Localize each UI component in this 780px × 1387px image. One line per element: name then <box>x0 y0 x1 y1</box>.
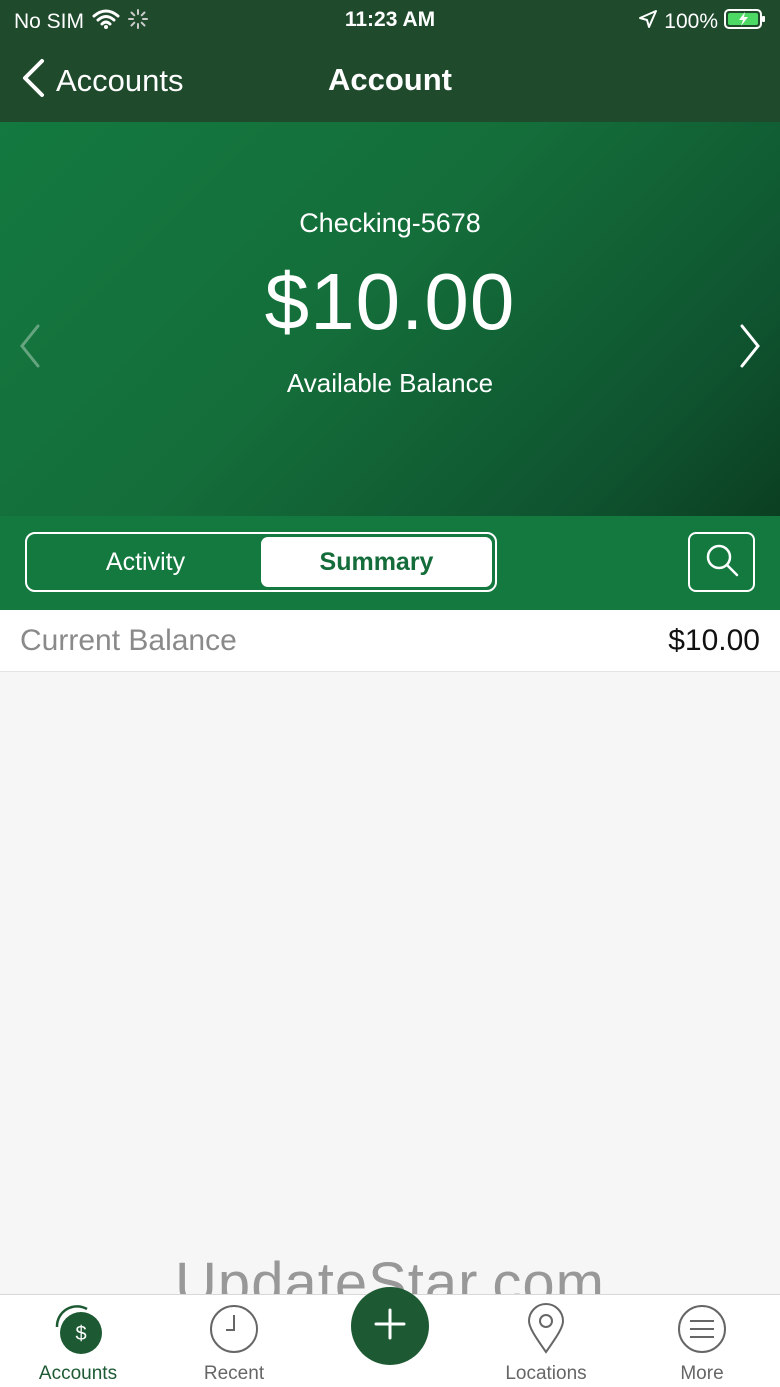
next-account-button[interactable] <box>736 322 764 375</box>
current-balance-label: Current Balance <box>20 624 237 657</box>
account-carousel[interactable]: Checking-5678 $10.00 Available Balance <box>0 122 780 516</box>
chevron-left-icon <box>20 58 46 103</box>
status-bar: No SIM 11:23 AM 100% <box>0 0 780 40</box>
navigation-bar: Accounts Account <box>0 40 780 122</box>
view-toggle-bar: Activity Summary <box>0 516 780 610</box>
bottom-tab-accounts[interactable]: $ Accounts <box>0 1295 156 1387</box>
map-pin-icon <box>526 1302 566 1360</box>
chevron-right-icon <box>736 324 764 374</box>
bottom-tab-recent[interactable]: Recent <box>156 1295 312 1387</box>
summary-row-current-balance: Current Balance $10.00 <box>0 610 780 672</box>
account-name: Checking-5678 <box>299 208 481 238</box>
status-right: 100% <box>638 8 766 36</box>
search-icon <box>704 542 740 583</box>
bottom-tab-label: Recent <box>203 1363 265 1384</box>
accounts-dollar-icon: $ <box>49 1303 107 1360</box>
bottom-tab-label: More <box>680 1363 724 1384</box>
bottom-tab-label: Locations <box>505 1363 587 1384</box>
location-arrow-icon <box>638 9 658 35</box>
available-balance-amount: $10.00 <box>264 257 516 346</box>
tab-activity[interactable]: Activity <box>30 537 261 587</box>
available-balance-label: Available Balance <box>286 368 494 398</box>
back-button-label: Accounts <box>56 62 184 98</box>
battery-percent: 100% <box>664 10 718 33</box>
plus-icon <box>373 1307 407 1346</box>
bottom-tab-label: Accounts <box>38 1363 118 1384</box>
menu-icon <box>676 1303 728 1360</box>
bottom-tab-locations[interactable]: Locations <box>468 1295 624 1387</box>
battery-charging-icon <box>724 8 766 36</box>
activity-summary-segmented-control: Activity Summary <box>25 532 497 592</box>
tab-summary[interactable]: Summary <box>261 537 492 587</box>
back-button[interactable]: Accounts <box>20 58 184 103</box>
current-balance-value: $10.00 <box>668 624 760 657</box>
search-button[interactable] <box>688 532 755 592</box>
add-button[interactable] <box>351 1287 429 1365</box>
bottom-tab-more[interactable]: More <box>624 1295 780 1387</box>
clock-icon <box>208 1303 260 1360</box>
svg-text:$: $ <box>75 1323 86 1345</box>
